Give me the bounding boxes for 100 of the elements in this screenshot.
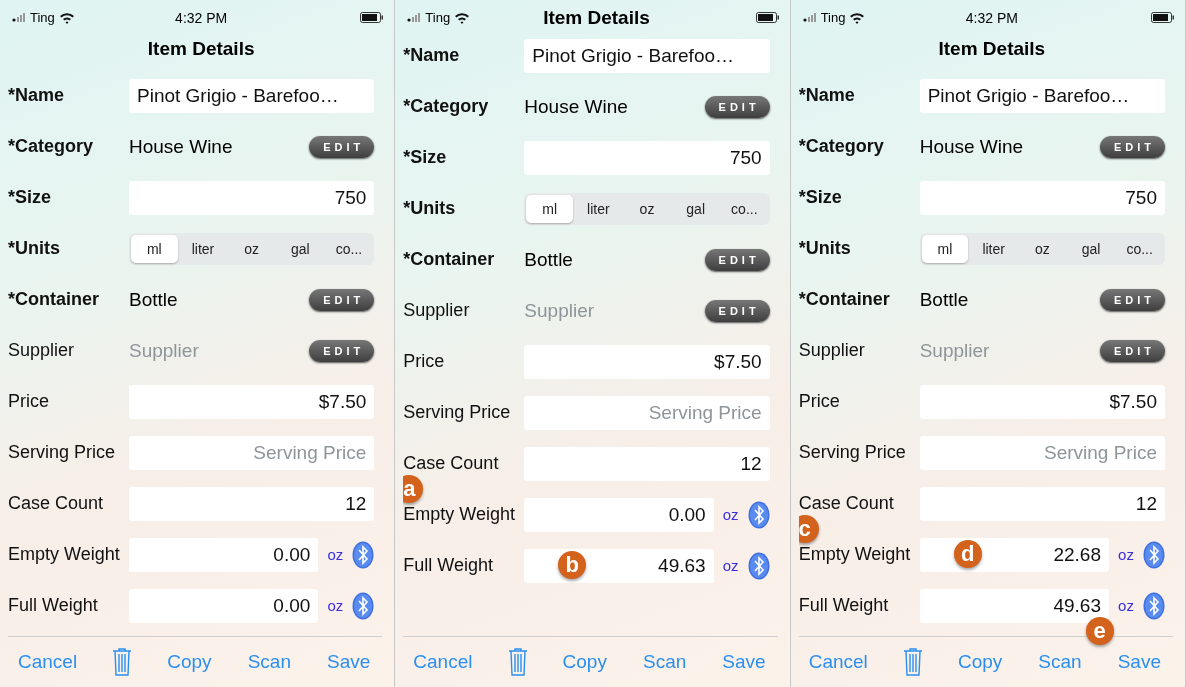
bluetooth-icon[interactable]: [747, 500, 770, 529]
field-label: Case Count: [403, 453, 500, 474]
input-field[interactable]: Pinot Grigio - Barefoo…: [919, 78, 1165, 113]
segment-option[interactable]: ml: [131, 234, 178, 263]
bluetooth-icon[interactable]: [1143, 591, 1165, 620]
edit-button[interactable]: EDIT: [704, 95, 770, 118]
annotation-badge: a: [403, 475, 424, 503]
segment-option[interactable]: gal: [1067, 234, 1115, 263]
trash-icon[interactable]: [111, 647, 134, 677]
input-field[interactable]: 12: [129, 486, 375, 521]
field-label: Supplier: [798, 340, 866, 361]
wifi-icon: [849, 10, 866, 24]
screen-title: Item Details: [938, 37, 1046, 61]
field-label: Empty Weight: [403, 504, 517, 525]
input-field[interactable]: 750: [129, 180, 375, 215]
field-label: *Units: [8, 238, 61, 259]
signal-icon: [802, 11, 817, 23]
signal-icon: [407, 11, 422, 23]
input-field[interactable]: b 49.63: [524, 548, 714, 583]
unit-label[interactable]: oz: [324, 546, 347, 563]
segment-option[interactable]: oz: [228, 234, 275, 263]
field-label: Full Weight: [403, 555, 495, 576]
trash-icon[interactable]: [901, 647, 924, 677]
segment-option[interactable]: oz: [623, 194, 671, 223]
picker-value[interactable]: Bottle: [919, 288, 1092, 311]
picker-value[interactable]: Bottle: [129, 288, 302, 311]
edit-button[interactable]: EDIT: [1099, 339, 1165, 362]
input-field[interactable]: 12: [524, 446, 770, 481]
field-label: Price: [798, 391, 841, 412]
edit-button[interactable]: EDIT: [1099, 135, 1165, 158]
field-label: Case Count: [8, 493, 105, 514]
picker-value[interactable]: House Wine: [919, 135, 1092, 158]
screen-title: Item Details: [147, 37, 255, 61]
segment-option[interactable]: gal: [277, 234, 324, 263]
field-label: Serving Price: [8, 442, 117, 463]
field-label: *Container: [798, 289, 891, 310]
unit-label[interactable]: oz: [719, 557, 742, 574]
field-label: *Name: [8, 85, 66, 106]
bluetooth-icon[interactable]: [352, 591, 375, 620]
unit-label[interactable]: oz: [719, 506, 742, 523]
trash-icon[interactable]: [506, 647, 529, 677]
segment-option[interactable]: ml: [526, 194, 573, 223]
field-label: *Size: [403, 147, 448, 168]
bluetooth-icon[interactable]: [1143, 540, 1165, 569]
edit-button[interactable]: EDIT: [1099, 288, 1165, 311]
segment-option[interactable]: liter: [179, 234, 227, 263]
field-label: *Name: [403, 45, 461, 66]
annotation-badge: c: [798, 515, 819, 543]
picker-value[interactable]: House Wine: [129, 135, 302, 158]
unit-label[interactable]: oz: [1115, 597, 1137, 614]
field-label: *Units: [798, 238, 852, 259]
field-label: Empty Weight: [798, 544, 912, 565]
annotation-badge: d: [953, 539, 982, 568]
segment-option[interactable]: liter: [970, 234, 1017, 263]
input-field[interactable]: Pinot Grigio - Barefoo…: [129, 78, 375, 113]
edit-button[interactable]: EDIT: [309, 135, 375, 158]
segment-option[interactable]: oz: [1019, 234, 1066, 263]
segment-option[interactable]: ml: [921, 234, 969, 263]
input-field[interactable]: 0.00: [129, 588, 319, 623]
unit-label[interactable]: oz: [1115, 546, 1137, 563]
edit-button[interactable]: EDIT: [704, 248, 770, 271]
bluetooth-icon[interactable]: [747, 551, 770, 580]
field-label: Price: [403, 351, 446, 372]
segment-option[interactable]: liter: [575, 194, 622, 223]
picker-value[interactable]: Bottle: [524, 248, 697, 271]
field-label: Serving Price: [403, 402, 512, 423]
field-label: *Name: [798, 85, 856, 106]
input-field[interactable]: 750: [524, 140, 770, 175]
input-field[interactable]: 0.00: [129, 537, 319, 572]
segment-option[interactable]: co...: [325, 234, 373, 263]
signal-icon: [12, 11, 26, 23]
edit-button[interactable]: EDIT: [309, 339, 375, 362]
field-label: Full Weight: [798, 595, 890, 616]
segment-option[interactable]: co...: [1116, 234, 1163, 263]
annotation-badge: b: [558, 550, 587, 579]
field-label: *Category: [8, 136, 95, 157]
input-field[interactable]: $7.50: [919, 384, 1165, 419]
input-field[interactable]: $7.50: [524, 344, 770, 379]
wifi-icon: [58, 10, 75, 24]
field-label: *Size: [8, 187, 53, 208]
field-label: Case Count: [798, 493, 895, 514]
carrier-name: Ting: [820, 9, 846, 25]
edit-button[interactable]: EDIT: [704, 299, 770, 322]
edit-button[interactable]: EDIT: [309, 288, 375, 311]
segment-option[interactable]: co...: [721, 194, 768, 223]
input-field[interactable]: d 22.68: [919, 537, 1109, 572]
field-label: Price: [8, 391, 50, 412]
unit-label[interactable]: oz: [324, 597, 347, 614]
input-field[interactable]: Pinot Grigio - Barefoo…: [524, 38, 770, 73]
segment-option[interactable]: gal: [672, 194, 719, 223]
wifi-icon: [454, 10, 471, 24]
input-field[interactable]: 750: [919, 180, 1165, 215]
battery-icon: [360, 11, 385, 23]
bluetooth-icon[interactable]: [352, 540, 375, 569]
picker-value[interactable]: House Wine: [524, 95, 697, 118]
input-field[interactable]: 12: [919, 486, 1165, 521]
input-field[interactable]: $7.50: [129, 384, 375, 419]
input-field[interactable]: 49.63: [919, 588, 1109, 623]
field-label: *Size: [798, 187, 843, 208]
input-field[interactable]: 0.00: [524, 497, 714, 532]
